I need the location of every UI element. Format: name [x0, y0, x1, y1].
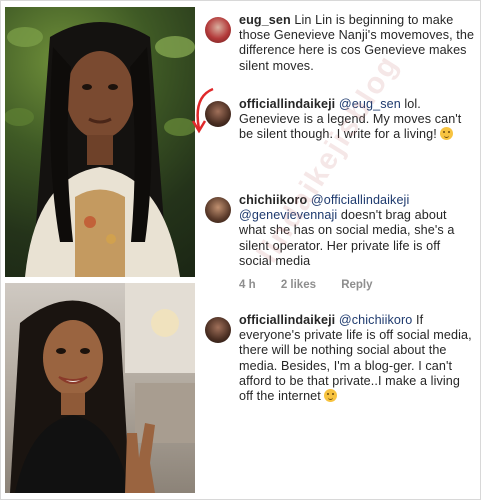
- reply-button[interactable]: Reply: [341, 279, 372, 291]
- avatar[interactable]: [205, 17, 231, 43]
- avatar[interactable]: [205, 101, 231, 127]
- comment-text: eug_sen Lin Lin is beginning to make tho…: [239, 13, 475, 74]
- comment-username[interactable]: officiallindaikeji: [239, 97, 335, 111]
- avatar[interactable]: [205, 317, 231, 343]
- comment-username[interactable]: officiallindaikeji: [239, 313, 335, 327]
- avatar[interactable]: [205, 197, 231, 223]
- wink-emoji-icon: [440, 127, 454, 141]
- comment-time: 4 h: [239, 279, 256, 291]
- screenshot-frame: eug_sen Lin Lin is beginning to make tho…: [0, 0, 481, 500]
- mention-link[interactable]: @chichiikoro: [339, 313, 412, 327]
- comment-meta: 4 h 2 likes Reply: [239, 279, 395, 291]
- comment-username[interactable]: eug_sen: [239, 13, 291, 27]
- photo-woman-portrait: [5, 7, 195, 277]
- comment-text: officiallindaikeji @chichiikoro If every…: [239, 313, 475, 404]
- photo-woman-peace-sign: [5, 283, 195, 493]
- wink-emoji-icon: [324, 389, 338, 403]
- comment-likes[interactable]: 2 likes: [281, 279, 316, 291]
